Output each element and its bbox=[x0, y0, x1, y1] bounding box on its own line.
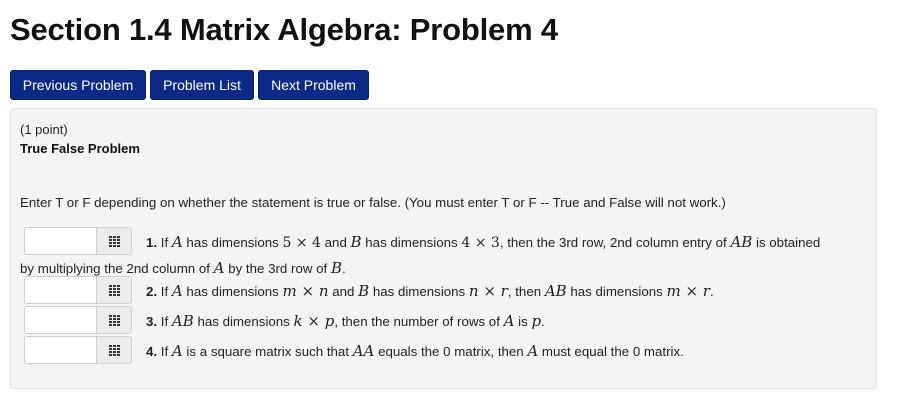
text: , then the number of rows of bbox=[334, 314, 504, 329]
text: If bbox=[160, 235, 172, 250]
text: by the 3rd row of bbox=[224, 261, 331, 276]
text: . bbox=[341, 261, 346, 276]
math: AB bbox=[171, 312, 194, 330]
math: p bbox=[531, 312, 542, 330]
question-number: 4. bbox=[146, 344, 158, 359]
grid-button-2[interactable] bbox=[96, 276, 132, 304]
grid-icon bbox=[109, 285, 120, 296]
problem-subtitle: True False Problem bbox=[20, 141, 140, 156]
math: AB bbox=[730, 233, 753, 251]
page-title: Section 1.4 Matrix Algebra: Problem 4 bbox=[10, 12, 558, 47]
text: is obtained bbox=[752, 235, 821, 250]
question-text-1: 1. If A has dimensions 5 × 4 and B has d… bbox=[146, 234, 820, 251]
math: B bbox=[330, 259, 342, 277]
question-number: 2. bbox=[146, 284, 158, 299]
math: A bbox=[171, 342, 183, 360]
math: B bbox=[350, 233, 362, 251]
text: by multiplying the 2nd column of bbox=[20, 261, 214, 276]
answer-input-4[interactable] bbox=[24, 336, 96, 364]
problem-panel: (1 point) True False Problem Enter T or … bbox=[10, 108, 877, 389]
question-number: 3. bbox=[146, 314, 158, 329]
text: equals the 0 matrix, then bbox=[374, 344, 528, 359]
math: 4 × 3 bbox=[461, 235, 500, 251]
math: A bbox=[527, 342, 539, 360]
text: must equal the 0 matrix. bbox=[538, 344, 684, 359]
math: B bbox=[358, 282, 370, 300]
text: has dimensions bbox=[566, 284, 667, 299]
answer-input-1[interactable] bbox=[24, 227, 96, 255]
text: is a square matrix such that bbox=[182, 344, 353, 359]
question-text-1-continued: by multiplying the 2nd column of A by th… bbox=[20, 259, 346, 277]
problem-list-button[interactable]: Problem List bbox=[150, 70, 254, 100]
point-value: (1 point) bbox=[20, 122, 68, 137]
next-problem-button[interactable]: Next Problem bbox=[258, 70, 369, 100]
grid-icon bbox=[109, 236, 120, 247]
text: has dimensions bbox=[182, 284, 283, 299]
question-text-4: 4. If A is a square matrix such that AA … bbox=[146, 343, 684, 360]
math: m × r bbox=[666, 282, 710, 300]
answer-input-3[interactable] bbox=[24, 306, 96, 334]
math: A bbox=[171, 282, 183, 300]
text: has dimensions bbox=[361, 235, 462, 250]
text: If bbox=[160, 344, 172, 359]
grid-button-1[interactable] bbox=[96, 227, 132, 255]
text: . bbox=[541, 314, 545, 329]
text: and bbox=[328, 284, 359, 299]
math: AA bbox=[352, 342, 375, 360]
text: and bbox=[320, 235, 351, 250]
text: has dimensions bbox=[193, 314, 294, 329]
text: . bbox=[709, 284, 714, 299]
grid-icon bbox=[109, 345, 120, 356]
math: 5 × 4 bbox=[282, 235, 321, 251]
question-number: 1. bbox=[146, 235, 158, 250]
grid-button-4[interactable] bbox=[96, 336, 132, 364]
previous-problem-button[interactable]: Previous Problem bbox=[10, 70, 146, 100]
math: m × n bbox=[282, 282, 329, 300]
math: AB bbox=[544, 282, 567, 300]
text: , then the 3rd row, 2nd column entry of bbox=[499, 235, 731, 250]
question-text-3: 3. If AB has dimensions k × p, then the … bbox=[146, 313, 545, 330]
grid-button-3[interactable] bbox=[96, 306, 132, 334]
math: A bbox=[213, 259, 225, 277]
instructions: Enter T or F depending on whether the st… bbox=[20, 195, 726, 210]
math: A bbox=[171, 233, 183, 251]
text: has dimensions bbox=[182, 235, 283, 250]
math: n × r bbox=[468, 282, 508, 300]
text: If bbox=[160, 314, 172, 329]
question-text-2: 2. If A has dimensions m × n and B has d… bbox=[146, 283, 714, 300]
grid-icon bbox=[109, 315, 120, 326]
text: is bbox=[514, 314, 532, 329]
text: has dimensions bbox=[369, 284, 469, 299]
text: If bbox=[160, 284, 172, 299]
math: A bbox=[503, 312, 515, 330]
text: , then bbox=[507, 284, 545, 299]
answer-input-2[interactable] bbox=[24, 276, 96, 304]
math: k × p bbox=[293, 312, 335, 330]
